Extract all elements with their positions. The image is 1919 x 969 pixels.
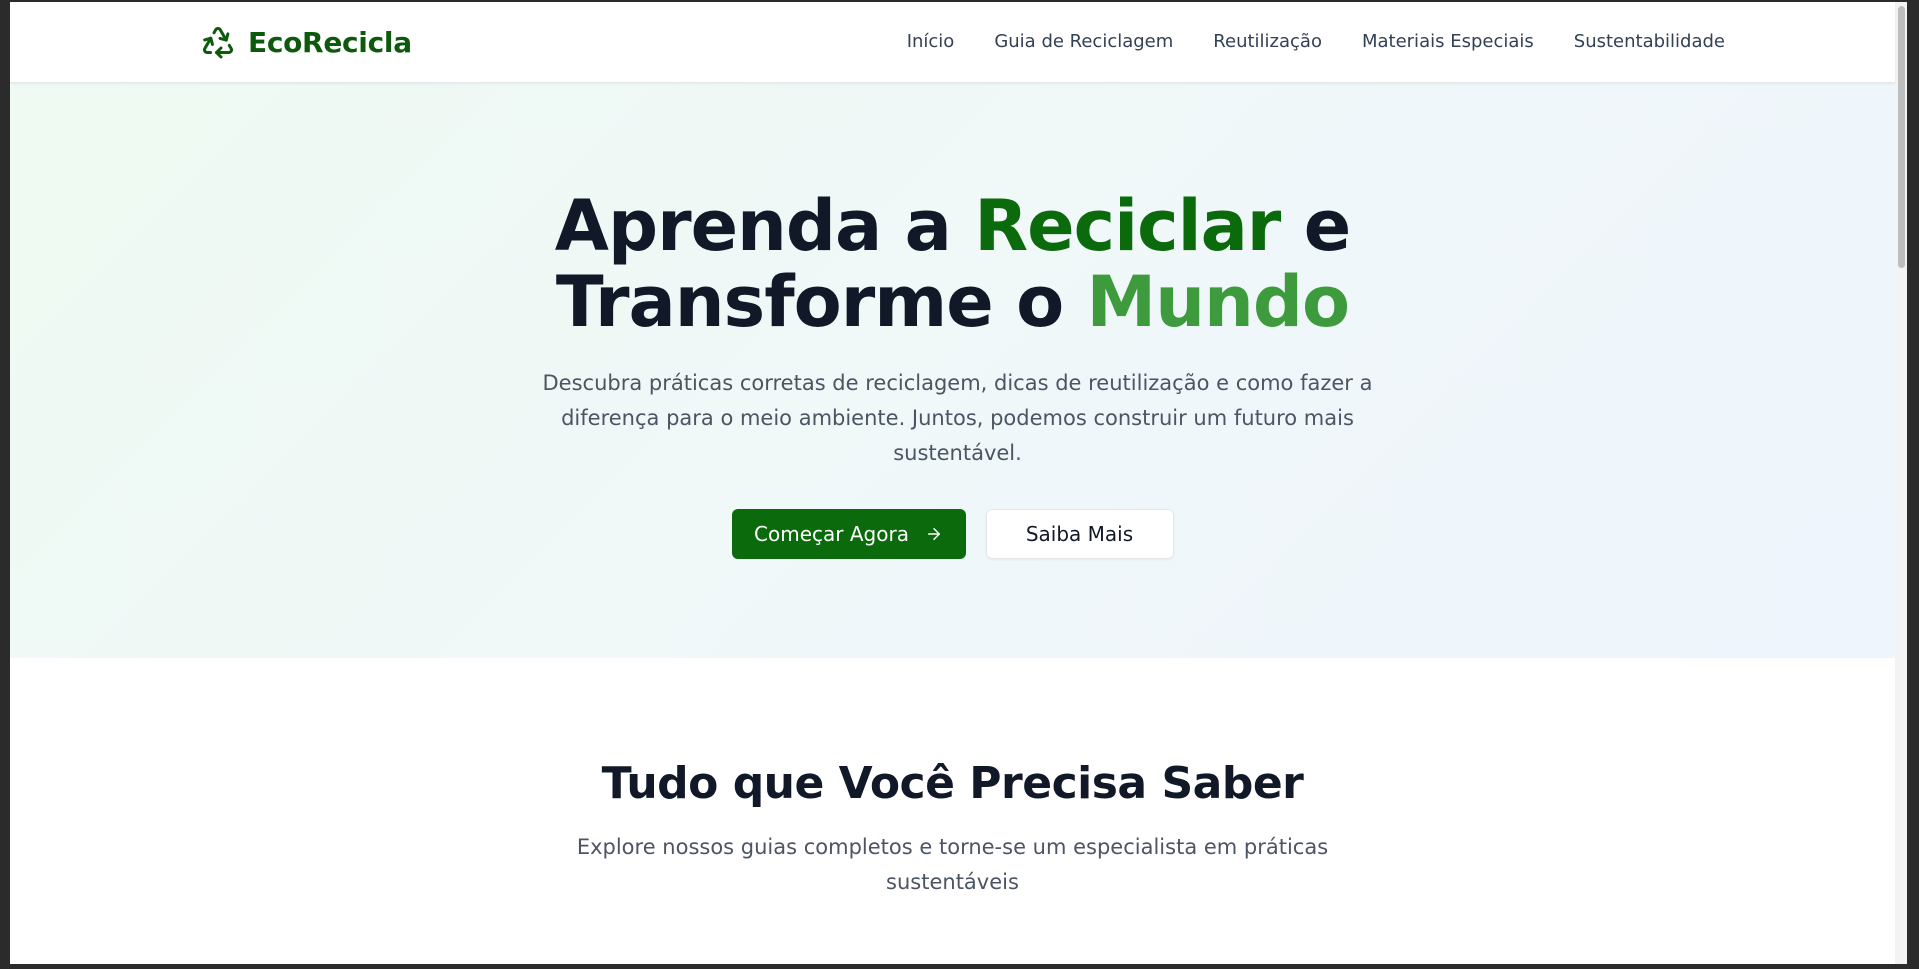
hero-title: Aprenda a Reciclar e Transforme o Mundo (10, 188, 1895, 340)
scrollbar-thumb[interactable] (1898, 6, 1905, 268)
hero-subtitle: Descubra práticas corretas de reciclagem… (542, 371, 1373, 465)
recycle-icon (203, 26, 233, 59)
nav-link-inicio[interactable]: Início (907, 31, 955, 52)
main-nav: Início Guia de Reciclagem Reutilização M… (907, 31, 1725, 52)
hero-title-text-2: e (1280, 185, 1351, 267)
nav-link-reutilizacao[interactable]: Reutilização (1213, 31, 1322, 52)
hero-section: Aprenda a Reciclar e Transforme o Mundo … (10, 82, 1895, 658)
browser-viewport: EcoRecicla Início Guia de Reciclagem Reu… (10, 2, 1907, 964)
hero-title-highlight-reciclar: Reciclar (974, 185, 1281, 267)
vertical-scrollbar[interactable] (1895, 2, 1907, 964)
learn-more-button[interactable]: Saiba Mais (985, 509, 1174, 559)
start-now-button[interactable]: Começar Agora (731, 509, 966, 559)
features-subtitle: Explore nossos guias completos e torne-s… (576, 835, 1329, 894)
nav-link-guia-de-reciclagem[interactable]: Guia de Reciclagem (994, 31, 1173, 52)
start-now-label: Começar Agora (754, 522, 909, 546)
hero-title-text-1: Aprenda a (554, 185, 975, 267)
nav-link-materiais-especiais[interactable]: Materiais Especiais (1362, 31, 1534, 52)
brand-name: EcoRecicla (248, 25, 412, 59)
features-title: Tudo que Você Precisa Saber (601, 758, 1304, 809)
arrow-right-icon (927, 528, 940, 540)
hero-title-highlight-mundo: Mundo (1086, 261, 1351, 343)
nav-link-sustentabilidade[interactable]: Sustentabilidade (1574, 31, 1725, 52)
navbar: EcoRecicla Início Guia de Reciclagem Reu… (10, 2, 1895, 83)
brand-logo[interactable]: EcoRecicla (200, 24, 412, 60)
hero-title-text-3: Transforme o (555, 261, 1087, 343)
hero-actions: Começar Agora Saiba Mais (10, 509, 1895, 559)
